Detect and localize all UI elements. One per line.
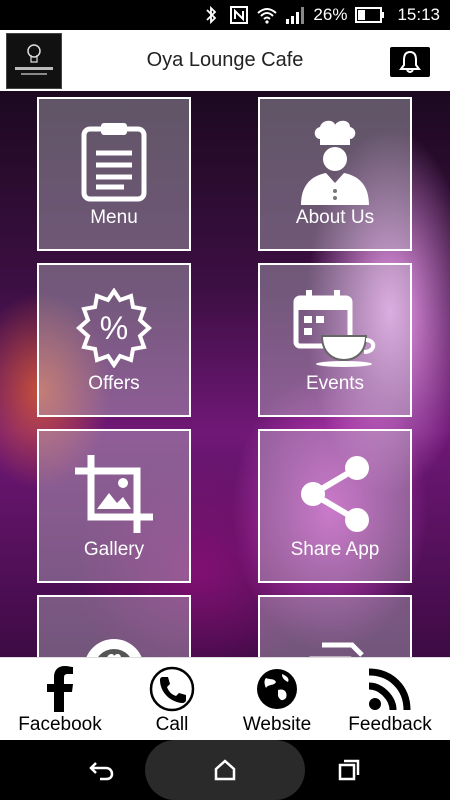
bottom-label: Feedback xyxy=(348,714,432,735)
tile-menu[interactable]: Menu xyxy=(37,97,191,251)
tile-label: Share App xyxy=(290,539,380,560)
crop-image-icon xyxy=(75,455,153,533)
bottom-label: Website xyxy=(242,714,312,735)
home-icon xyxy=(214,759,236,781)
wifi-icon xyxy=(257,8,278,24)
clipboard-icon xyxy=(81,123,147,202)
website-button[interactable]: Website xyxy=(221,658,333,741)
share-icon xyxy=(301,456,369,532)
chef-icon xyxy=(301,120,369,205)
tile-label: Menu xyxy=(90,207,138,228)
bell-icon xyxy=(399,50,421,73)
signal-icon xyxy=(286,7,305,24)
recents-icon xyxy=(338,759,360,781)
call-button[interactable]: Call xyxy=(116,658,228,741)
tile-label: Offers xyxy=(88,373,140,394)
tile-label: Events xyxy=(305,373,365,394)
calendar-cup-icon xyxy=(293,290,376,367)
back-button[interactable] xyxy=(86,755,116,785)
rss-icon xyxy=(368,668,411,711)
percent-badge-icon: % xyxy=(75,288,153,368)
bluetooth-icon xyxy=(206,5,217,25)
status-clock: 15:13 xyxy=(397,5,440,24)
battery-icon xyxy=(355,7,385,23)
battery-percent: 26% xyxy=(313,5,348,24)
bottom-label: Call xyxy=(155,714,189,735)
tile-about-us[interactable]: About Us xyxy=(258,97,412,251)
svg-text:%: % xyxy=(100,310,128,346)
bottom-action-bar: Facebook Call Website Feedback xyxy=(0,657,450,741)
tile-gallery[interactable]: Gallery xyxy=(37,429,191,583)
facebook-button[interactable]: Facebook xyxy=(4,658,116,741)
app-header: Oya Lounge Cafe xyxy=(0,30,450,91)
back-icon xyxy=(89,762,114,781)
tile-offers[interactable]: % Offers xyxy=(37,263,191,417)
system-nav-bar xyxy=(0,740,450,800)
facebook-icon xyxy=(47,666,73,712)
tile-events[interactable]: Events xyxy=(258,263,412,417)
tile-label: About Us xyxy=(295,207,375,228)
nfc-icon xyxy=(230,6,249,24)
status-bar: 26% 15:13 xyxy=(0,0,450,30)
bottom-label: Facebook xyxy=(18,714,102,735)
globe-icon xyxy=(257,669,297,709)
home-button[interactable] xyxy=(210,755,240,785)
phone-icon xyxy=(149,666,195,712)
recents-button[interactable] xyxy=(334,755,364,785)
tile-share-app[interactable]: Share App xyxy=(258,429,412,583)
notifications-button[interactable] xyxy=(390,47,430,77)
app-title: Oya Lounge Cafe xyxy=(146,49,304,71)
tile-label: Gallery xyxy=(83,539,145,560)
feedback-button[interactable]: Feedback xyxy=(334,658,446,741)
